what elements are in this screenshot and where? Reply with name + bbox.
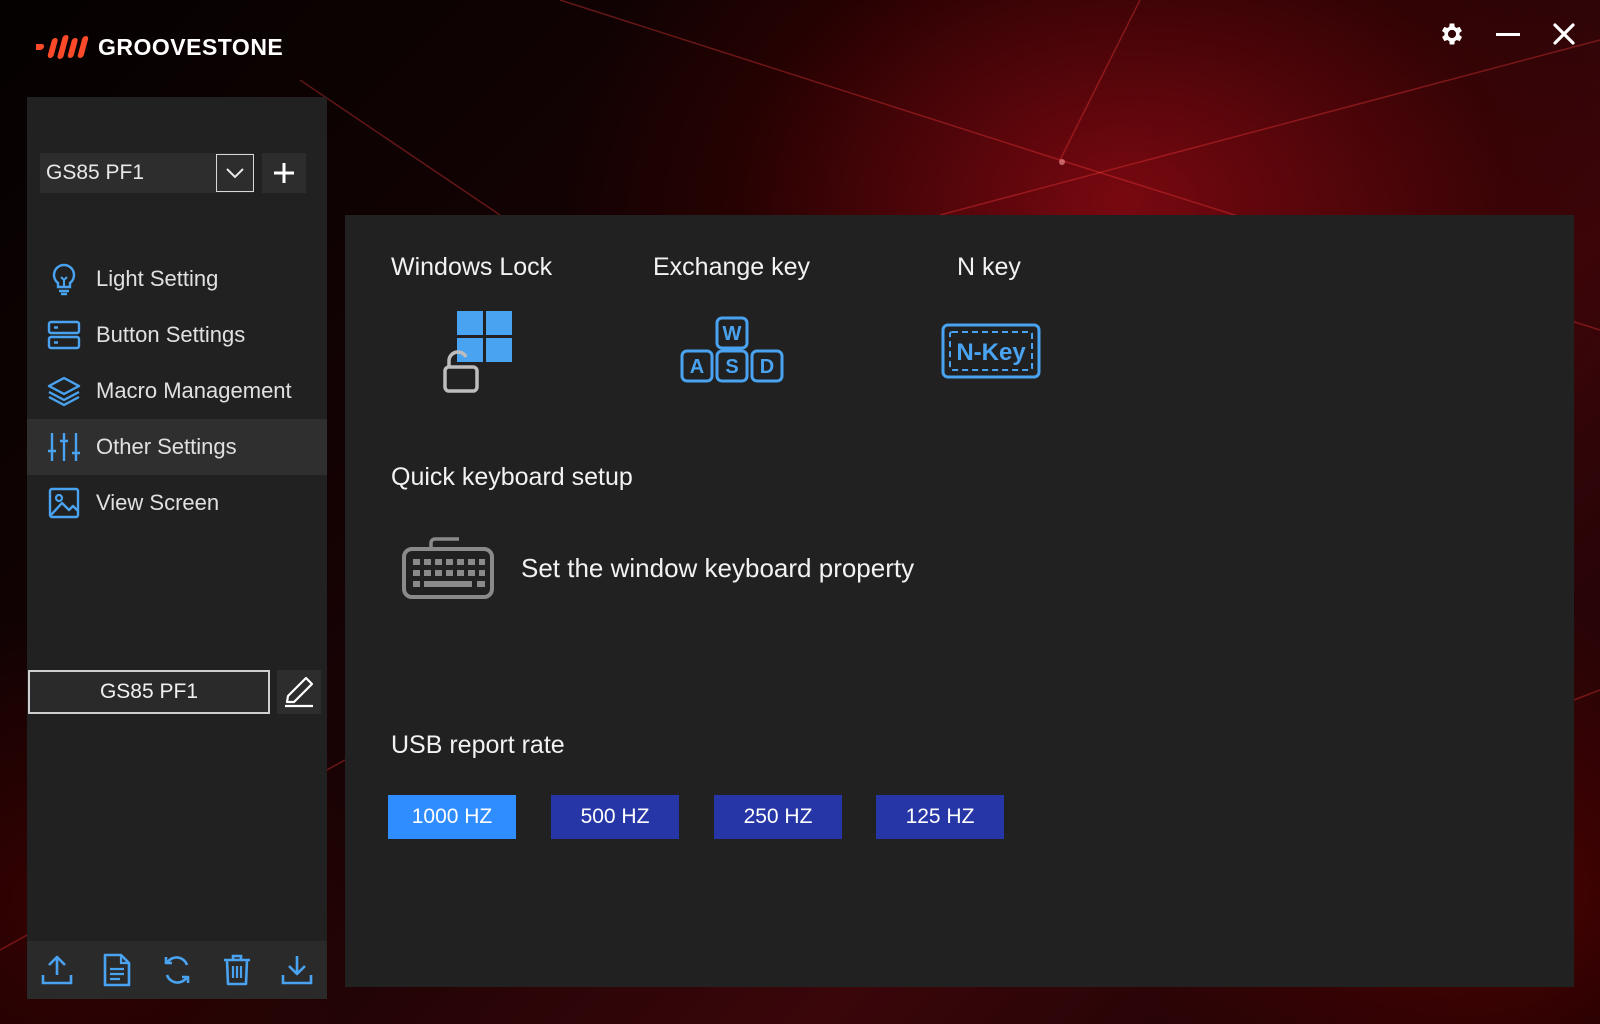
wasd-key-label: S [725, 356, 738, 378]
file-icon [103, 953, 131, 987]
sidebar-item-label: Light Setting [96, 266, 219, 291]
profile-name-field[interactable]: GS85 PF1 [28, 670, 270, 714]
sidebar: GS85 PF1 Light Setting Button Settings M… [27, 97, 327, 999]
n-key-toggle[interactable]: N-Key [941, 323, 1041, 379]
groovestone-mark-icon [36, 35, 89, 59]
brand-logo: GROOVESTONE [36, 30, 283, 64]
gear-icon [1441, 23, 1463, 45]
sidebar-nav: Light Setting Button Settings Macro Mana… [27, 251, 327, 531]
sidebar-item-label: View Screen [96, 490, 220, 515]
settings-button[interactable] [1434, 16, 1470, 52]
lightbulb-icon [46, 261, 82, 297]
quick-setup-link[interactable]: Set the window keyboard property [521, 553, 914, 584]
other-settings-panel: Windows Lock Exchange key W A S D N key … [345, 215, 1574, 987]
minimize-button[interactable] [1490, 16, 1526, 52]
exchange-key-title: Exchange key [653, 253, 811, 281]
file-button[interactable] [97, 950, 137, 990]
brand-name: GROOVESTONE [98, 33, 284, 60]
download-icon [281, 956, 313, 985]
sidebar-footer-toolbar [27, 941, 327, 999]
sidebar-item-other-settings[interactable]: Other Settings [27, 419, 327, 475]
rate-1000hz-button[interactable]: 1000 HZ [388, 795, 516, 839]
usb-rate-title: USB report rate [391, 731, 565, 759]
n-key-title: N key [957, 253, 1021, 281]
chevron-down-icon [226, 168, 244, 179]
app-window: GROOVESTONE GS85 PF1 Light Setting Butto… [0, 0, 1600, 1024]
windows-lock-title: Windows Lock [391, 253, 553, 281]
profile-dropdown-button[interactable] [216, 154, 254, 192]
edit-profile-name-button[interactable] [277, 670, 321, 714]
refresh-button[interactable] [157, 950, 197, 990]
upload-icon [41, 955, 73, 985]
sidebar-item-view-screen[interactable]: View Screen [27, 475, 327, 531]
download-button[interactable] [277, 950, 317, 990]
exchange-key-toggle[interactable]: W A S D [679, 315, 785, 385]
windows-lock-icon [443, 311, 512, 393]
close-button[interactable] [1546, 16, 1582, 52]
layers-icon [46, 373, 82, 409]
buttons-icon [46, 317, 82, 353]
trash-icon [224, 954, 250, 986]
sidebar-item-label: Button Settings [96, 322, 246, 347]
profile-select[interactable]: GS85 PF1 [40, 153, 254, 193]
add-profile-button[interactable] [262, 153, 306, 193]
upload-button[interactable] [37, 950, 77, 990]
rate-500hz-button[interactable]: 500 HZ [551, 795, 679, 839]
image-icon [46, 485, 82, 521]
quick-setup-keyboard-button[interactable] [401, 535, 495, 601]
rate-125hz-button[interactable]: 125 HZ [876, 795, 1004, 839]
sliders-icon [46, 429, 82, 465]
close-icon [1553, 23, 1575, 45]
plus-icon [274, 163, 294, 183]
wasd-keys-icon: W A S D [680, 316, 784, 383]
sidebar-item-label: Other Settings [96, 434, 237, 459]
sidebar-item-button-settings[interactable]: Button Settings [27, 307, 327, 363]
wasd-key-label: D [760, 356, 774, 378]
minimize-icon [1496, 33, 1520, 36]
wasd-key-label: W [723, 323, 742, 345]
pencil-icon [285, 676, 314, 708]
delete-button[interactable] [217, 950, 257, 990]
n-key-icon: N-Key [941, 323, 1041, 379]
refresh-icon [164, 956, 190, 984]
n-key-badge-label: N-Key [956, 339, 1026, 366]
windows-lock-toggle[interactable] [441, 307, 521, 395]
keyboard-icon [402, 537, 494, 599]
sidebar-item-label: Macro Management [96, 378, 292, 403]
wasd-key-label: A [690, 356, 704, 378]
quick-setup-title: Quick keyboard setup [391, 463, 633, 491]
profile-select-value: GS85 PF1 [46, 161, 145, 184]
sidebar-item-light-setting[interactable]: Light Setting [27, 251, 327, 307]
rate-250hz-button[interactable]: 250 HZ [714, 795, 842, 839]
sidebar-item-macro-management[interactable]: Macro Management [27, 363, 327, 419]
